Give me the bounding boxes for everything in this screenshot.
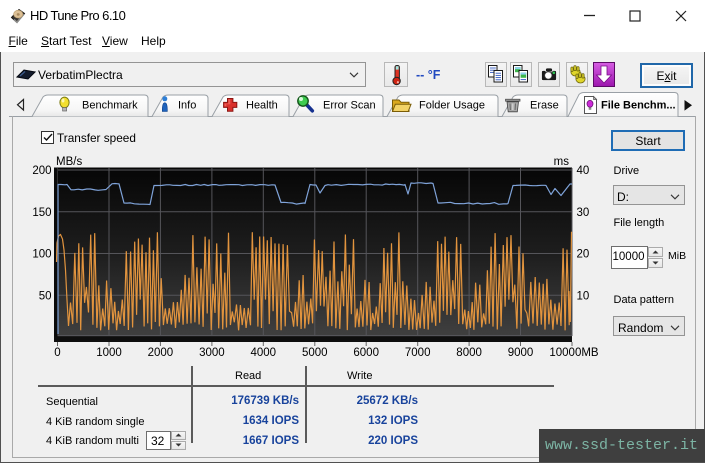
svg-text:9000: 9000 — [508, 347, 534, 359]
svg-text:ms: ms — [554, 156, 570, 168]
svg-text:40: 40 — [577, 165, 590, 177]
svg-text:MB/s: MB/s — [56, 156, 82, 168]
svg-text:50: 50 — [39, 290, 52, 302]
svg-text:3000: 3000 — [199, 347, 225, 359]
svg-text:4000: 4000 — [251, 347, 277, 359]
svg-text:5000: 5000 — [302, 347, 328, 359]
svg-text:20: 20 — [577, 249, 590, 261]
svg-text:7000: 7000 — [405, 347, 431, 359]
svg-text:8000: 8000 — [456, 347, 482, 359]
svg-text:150: 150 — [32, 207, 51, 219]
svg-text:200: 200 — [32, 165, 51, 177]
svg-text:100: 100 — [32, 249, 51, 261]
svg-text:0: 0 — [54, 347, 60, 359]
svg-text:1000: 1000 — [96, 347, 122, 359]
svg-text:6000: 6000 — [353, 347, 379, 359]
svg-text:10: 10 — [577, 290, 590, 302]
svg-text:30: 30 — [577, 207, 590, 219]
svg-text:2000: 2000 — [148, 347, 174, 359]
svg-text:10000MB: 10000MB — [549, 347, 599, 359]
